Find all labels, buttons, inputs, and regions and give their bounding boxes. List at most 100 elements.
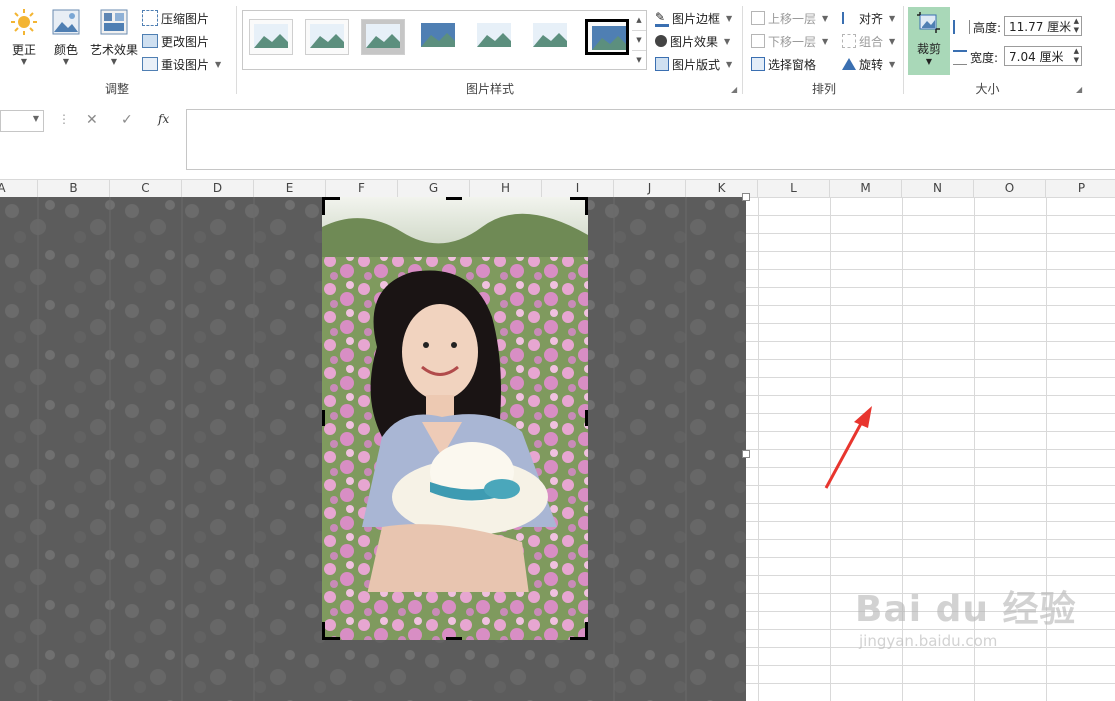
chevron-down-icon[interactable]: ▼ [33,114,39,123]
style-thumb-1[interactable] [249,19,293,55]
picture-border-button[interactable]: ✎ 图片边框 ▼ [655,8,732,28]
send-backward-label: 下移一层 [768,34,817,49]
column-header[interactable]: P [1046,180,1115,197]
picture-effects-button[interactable]: 图片效果 ▼ [655,31,730,51]
group-button[interactable]: 组合 ▼ [842,31,895,51]
crop-icon [917,12,940,33]
dialog-launcher-icon[interactable]: ◢ [1076,85,1084,94]
column-header-row: A B C D E F G H I J K L M N O P [0,179,1115,198]
width-value: 7.04 厘米 [1009,50,1064,64]
sun-icon [11,9,37,35]
style-thumb-5[interactable] [473,19,515,53]
bring-forward-button[interactable]: 上移一层 ▼ [751,8,828,28]
group-label: 组合 [859,34,884,49]
enter-icon[interactable]: ✓ [121,112,133,128]
color-button[interactable]: 颜色 ▼ [48,8,84,66]
artistic-effects-icon [100,9,128,35]
chevron-down-icon: ▼ [889,13,896,23]
cancel-icon[interactable]: ✕ [86,112,98,128]
chevron-down-icon: ▼ [215,59,222,69]
scroll-up-icon[interactable]: ▲ [632,11,646,31]
chevron-down-icon: ▼ [724,36,731,46]
column-header[interactable]: L [758,180,830,197]
height-input[interactable]: 11.77 厘米 ▲ ▼ [1004,16,1082,36]
crop-handle-top-right[interactable] [585,197,588,215]
width-input[interactable]: 7.04 厘米 ▲ ▼ [1004,46,1082,66]
column-header[interactable]: J [614,180,686,197]
column-header[interactable]: E [254,180,326,197]
column-header[interactable]: G [398,180,470,197]
picture-layout-button[interactable]: 图片版式 ▼ [655,54,732,74]
style-thumb-6[interactable] [529,19,571,53]
selection-pane-icon [751,57,765,71]
scroll-down-icon[interactable]: ▼ [632,31,646,51]
change-picture-button[interactable]: 更改图片 [142,31,209,51]
chevron-down-icon: ▼ [20,57,28,66]
column-header[interactable]: B [38,180,110,197]
height-row: 高度: [953,17,1001,37]
send-backward-button[interactable]: 下移一层 ▼ [751,31,828,51]
reset-picture-icon [142,57,158,71]
dialog-launcher-icon[interactable]: ◢ [731,85,739,94]
column-header[interactable]: C [110,180,182,197]
artistic-effects-button[interactable]: 艺术效果 ▼ [88,8,140,66]
column-header[interactable]: M [830,180,902,197]
rotate-button[interactable]: 旋转 ▼ [842,54,895,74]
picture-border-label: 图片边框 [672,11,721,26]
chevron-down-icon: ▼ [726,13,733,23]
column-header[interactable]: O [974,180,1046,197]
picture-layout-label: 图片版式 [672,57,721,72]
more-options-icon[interactable]: ⋮ [58,112,70,126]
column-header[interactable]: I [542,180,614,197]
effects-icon [655,35,667,47]
resize-handle-right[interactable] [742,450,750,458]
group-divider [236,6,237,94]
compress-label: 压缩图片 [161,11,210,26]
column-header[interactable]: D [182,180,254,197]
gallery-more-icon[interactable]: ▼ [632,51,646,70]
insert-function-button[interactable]: fx [158,112,169,126]
arrange-group-label: 排列 [811,82,836,96]
column-header[interactable]: H [470,180,542,197]
pencil-icon: ✎ [655,10,669,27]
height-spinner[interactable]: ▲ ▼ [1074,17,1079,35]
crop-handle-top[interactable] [446,197,462,200]
style-thumb-2[interactable] [305,19,349,55]
adjust-group-label: 调整 [104,82,129,96]
cropped-photo[interactable] [322,197,588,640]
crop-button[interactable]: 裁剪 ▼ [908,7,950,75]
style-thumb-7[interactable] [585,19,629,55]
style-thumb-3[interactable] [361,19,405,55]
size-group-label: 大小 [975,82,1000,96]
reset-picture-button[interactable]: 重设图片 ▼ [142,54,221,74]
column-header[interactable]: N [902,180,974,197]
chevron-down-icon: ▼ [889,59,896,69]
style-thumb-4[interactable] [417,19,459,53]
rotate-label: 旋转 [859,57,884,72]
chevron-down-icon: ▼ [62,57,70,66]
formula-input[interactable] [186,109,1115,170]
crop-handle-right[interactable] [585,410,588,426]
column-header[interactable]: F [326,180,398,197]
align-button[interactable]: 对齐 ▼ [842,8,895,28]
gallery-scroll[interactable]: ▲ ▼ ▼ [632,10,647,70]
width-spinner[interactable]: ▲ ▼ [1074,47,1079,65]
picture-color-icon [52,9,80,35]
width-icon [953,49,967,65]
crop-handle-bottom-left[interactable] [322,622,325,640]
crop-handle-top-left[interactable] [322,197,325,215]
selection-pane-button[interactable]: 选择窗格 [751,54,816,74]
compress-pictures-button[interactable]: 压缩图片 [142,8,209,28]
crop-handle-bottom-right[interactable] [585,622,588,640]
watermark-url: jingyan.baidu.com [859,632,998,650]
resize-handle-top-right[interactable] [742,193,750,201]
corrections-button[interactable]: 更正 ▼ [6,8,42,66]
group-divider [903,6,904,94]
name-box[interactable]: ▼ [0,110,44,132]
crop-handle-bottom[interactable] [446,637,462,640]
column-header[interactable]: A [0,180,38,197]
crop-handle-left[interactable] [322,410,325,426]
rotate-icon [842,58,856,70]
change-picture-label: 更改图片 [161,34,210,49]
artistic-effects-label: 艺术效果 [89,43,138,57]
